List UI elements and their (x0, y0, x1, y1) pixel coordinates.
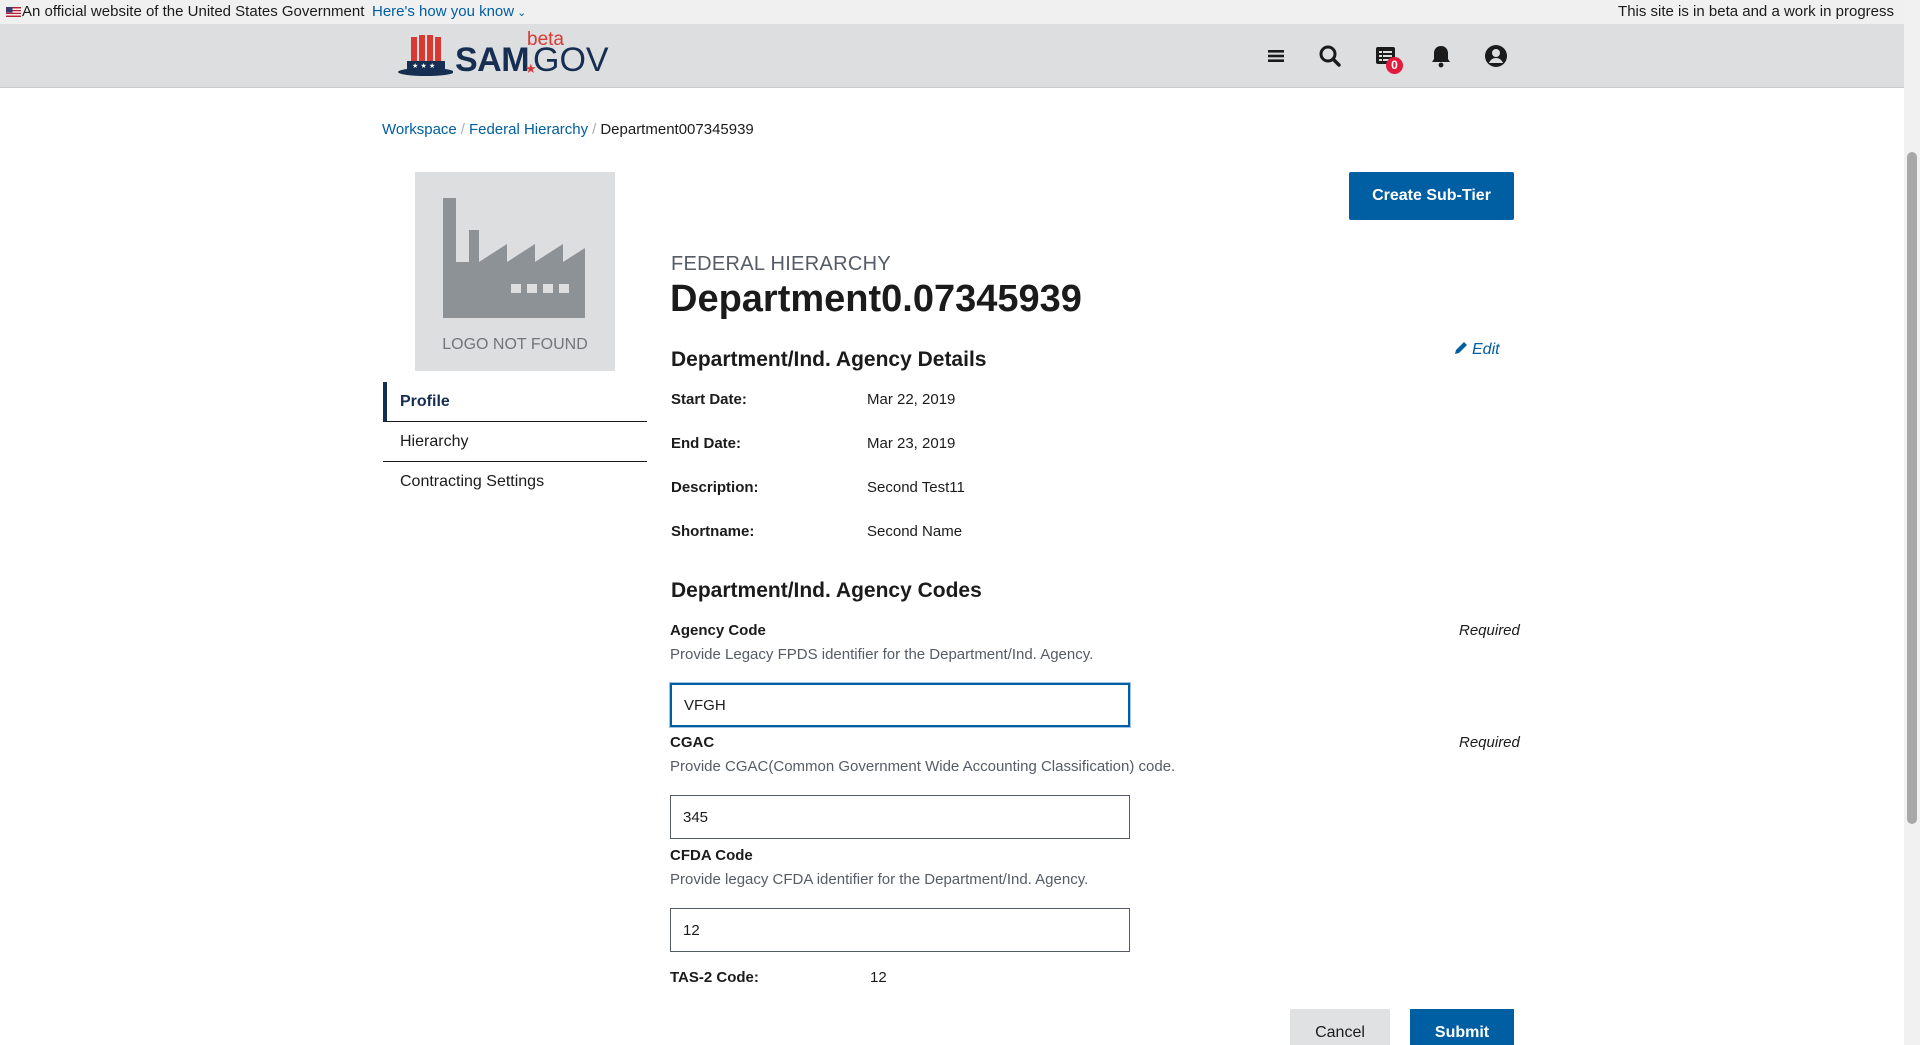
logo-not-found-text: LOGO NOT FOUND (442, 336, 588, 353)
cfda-code-hint: Provide legacy CFDA identifier for the D… (670, 871, 1089, 888)
tas2-code-label: TAS-2 Code: (670, 969, 759, 986)
cgac-input[interactable] (670, 795, 1130, 839)
uncle-sam-hat-icon: ★ ★ ★ (398, 35, 453, 76)
cancel-button[interactable]: Cancel (1290, 1009, 1390, 1045)
cgac-required: Required (1459, 734, 1520, 751)
edit-label: Edit (1472, 341, 1500, 358)
breadcrumb-federal-hierarchy[interactable]: Federal Hierarchy (469, 121, 588, 138)
beta-notice: This site is in beta and a work in progr… (1618, 3, 1894, 20)
organization-logo-placeholder: LOGO NOT FOUND (415, 172, 615, 371)
breadcrumb-separator: / (460, 121, 465, 138)
menu-icon[interactable] (1262, 42, 1290, 70)
us-flag-icon (6, 7, 21, 17)
site-header: ★ ★ ★ SAM ★ GOV beta 0 (0, 24, 1904, 88)
how-you-know-link[interactable]: Here's how you know ⌄ (372, 0, 526, 25)
sam-gov-logo[interactable]: ★ ★ ★ SAM ★ GOV beta (397, 29, 609, 79)
create-sub-tier-button[interactable]: Create Sub-Tier (1349, 172, 1514, 220)
logo-beta-text: beta (527, 29, 564, 50)
breadcrumb-separator: / (592, 121, 597, 138)
edit-link[interactable]: Edit (1454, 341, 1500, 359)
end-date-value: Mar 23, 2019 (867, 435, 956, 452)
messages-count-badge: 0 (1386, 57, 1403, 74)
breadcrumb-workspace[interactable]: Workspace (382, 121, 457, 138)
how-you-know-label: Here's how you know (372, 3, 515, 20)
side-nav-hierarchy[interactable]: Hierarchy (383, 422, 647, 462)
cgac-label: CGAC (670, 734, 715, 751)
page-title: Department0.07345939 (670, 278, 1082, 320)
side-nav-contracting-settings[interactable]: Contracting Settings (383, 462, 647, 502)
chevron-down-icon: ⌄ (517, 7, 527, 19)
agency-code-input[interactable] (670, 683, 1130, 727)
start-date-label: Start Date: (671, 391, 747, 408)
search-icon[interactable] (1316, 42, 1344, 70)
page-scrollbar[interactable] (1904, 0, 1920, 1045)
official-website-text: An official website of the United States… (22, 3, 365, 20)
details-section-title: Department/Ind. Agency Details (671, 348, 987, 371)
gov-banner: An official website of the United States… (0, 0, 1904, 24)
start-date-value: Mar 22, 2019 (867, 391, 956, 408)
side-nav-profile[interactable]: Profile (383, 382, 647, 422)
scrollbar-thumb[interactable] (1907, 152, 1917, 824)
codes-section-title: Department/Ind. Agency Codes (671, 579, 982, 602)
description-label: Description: (671, 479, 759, 496)
logo-sam-text: SAM (455, 41, 530, 79)
agency-code-hint: Provide Legacy FPDS identifier for the D… (670, 646, 1094, 663)
cfda-code-label: CFDA Code (670, 847, 753, 864)
description-value: Second Test11 (867, 479, 965, 496)
agency-code-required: Required (1459, 622, 1520, 639)
notifications-icon[interactable] (1427, 42, 1455, 70)
cfda-code-input[interactable] (670, 908, 1130, 952)
breadcrumb-current: Department007345939 (600, 121, 754, 138)
submit-button[interactable]: Submit (1410, 1009, 1514, 1045)
side-nav: Profile Hierarchy Contracting Settings (383, 382, 647, 502)
shortname-label: Shortname: (671, 523, 755, 540)
account-icon[interactable] (1482, 42, 1510, 70)
pencil-icon (1455, 342, 1467, 354)
page-eyebrow: FEDERAL HIERARCHY (671, 253, 891, 275)
cgac-hint: Provide CGAC(Common Government Wide Acco… (670, 758, 1176, 775)
shortname-value: Second Name (867, 523, 963, 540)
breadcrumb: Workspace / Federal Hierarchy / Department00… (382, 121, 754, 139)
tas2-code-value: 12 (870, 969, 887, 986)
agency-code-label: Agency Code (670, 622, 766, 639)
factory-icon (443, 198, 585, 318)
end-date-label: End Date: (671, 435, 742, 452)
